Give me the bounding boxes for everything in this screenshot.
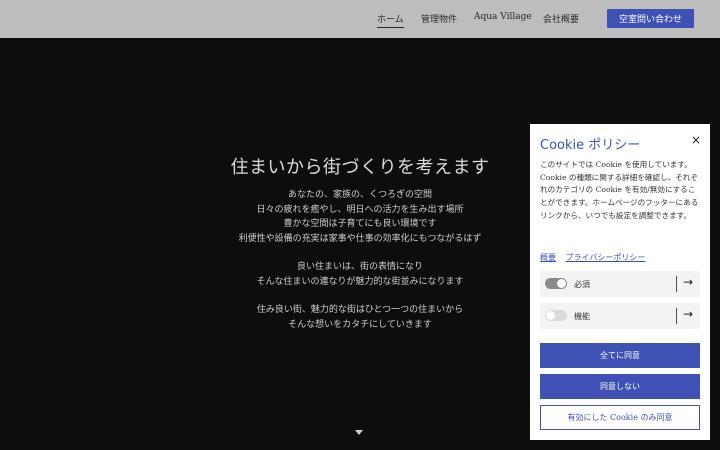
divider (676, 276, 677, 292)
hero-line: 良い住まいは、街の表情になり (296, 262, 423, 272)
hero-line: あなたの、家族の、くつろぎの空間 (287, 190, 432, 200)
cookie-description: このサイトでは Cookie を使用しています。Cookie の種類に関する詳細… (540, 160, 699, 220)
required-toggle[interactable] (545, 278, 567, 289)
arrow-right-icon[interactable]: → (683, 275, 693, 289)
accept-all-button[interactable]: 全てに同意 (540, 343, 700, 368)
nav-company[interactable]: 会社概要 (543, 12, 579, 25)
functional-toggle[interactable] (545, 310, 567, 321)
hero-line: 利便性や設備の充実は家事や仕事の効率化にもつながるはず (238, 233, 482, 244)
hero-text: あなたの、家族の、くつろぎの空間 日々の疲れを癒やし、明日への活力を生み出す場所… (200, 188, 520, 332)
cookie-policy-panel: Cookie ポリシー × このサイトでは Cookie を使用しています。Co… (530, 124, 710, 440)
required-label: 必須 (574, 280, 590, 289)
nav-properties[interactable]: 管理物件 (421, 12, 457, 25)
cookie-category-required: 必須 → (540, 271, 700, 297)
vacancy-inquiry-button[interactable]: 空室問い合わせ (607, 9, 694, 28)
overview-link[interactable]: 概要 (540, 253, 556, 262)
arrow-right-icon[interactable]: → (683, 307, 693, 321)
hero-line: 住み良い街、魅力的な街はひとつ一つの住まいから (256, 305, 464, 315)
toggle-knob (557, 279, 566, 288)
hero-line: 豊かな空間は子育てにも良い環境です (283, 219, 437, 229)
functional-label: 機能 (574, 312, 590, 321)
nav-home[interactable]: ホーム (377, 12, 404, 28)
cookie-title: Cookie ポリシー (540, 138, 641, 153)
cookie-category-functional: 機能 → (540, 303, 700, 329)
divider (676, 308, 677, 324)
reject-button[interactable]: 同意しない (540, 374, 700, 399)
hero-line-gap (200, 246, 520, 260)
site-header: ホーム 管理物件 Aqua Village 会社概要 空室問い合わせ (0, 0, 720, 38)
nav-aqua-village[interactable]: Aqua Village (474, 12, 532, 22)
toggle-knob (546, 311, 555, 320)
cookie-links: 概要 プライバシーポリシー (540, 252, 652, 263)
privacy-policy-link[interactable]: プライバシーポリシー (566, 253, 646, 262)
accept-enabled-button[interactable]: 有効にした Cookie のみ同意 (540, 405, 700, 430)
close-icon[interactable]: × (691, 133, 701, 147)
scroll-down-icon[interactable] (355, 430, 363, 435)
hero-line: 日々の疲れを癒やし、明日への活力を生み出す場所 (256, 204, 464, 215)
hero-line: そんな想いをカタチにしていきます (288, 319, 432, 330)
hero-line: そんな住まいの連なりが魅力的な街並みになります (256, 276, 464, 287)
hero-line-gap (200, 289, 520, 303)
